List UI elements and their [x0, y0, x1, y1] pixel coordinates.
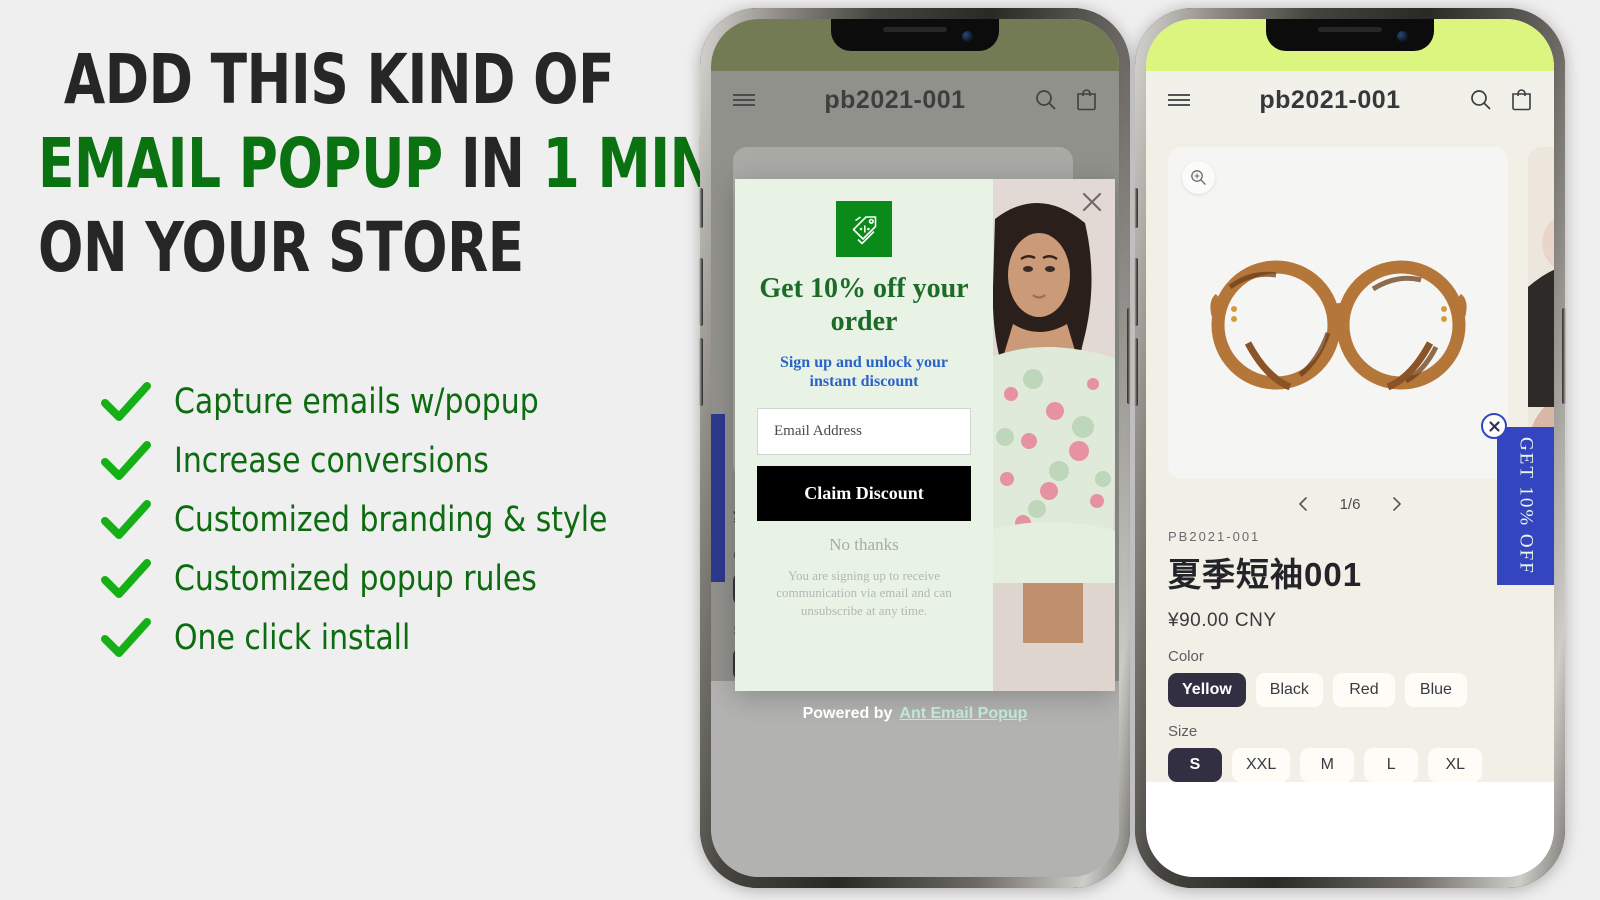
popup-subtitle: Sign up and unlock your instant discount — [779, 353, 949, 390]
no-thanks-link[interactable]: No thanks — [829, 535, 898, 555]
headline-emphasis-email-popup: EMAIL POPUP — [38, 124, 443, 204]
list-item-label: Customized popup rules — [174, 558, 537, 599]
product-title: 夏季短袖001 — [1168, 556, 1363, 593]
color-chip-black[interactable]: Black — [1255, 673, 1323, 707]
front-camera — [962, 31, 973, 42]
list-item: One click install — [100, 608, 700, 667]
popup-content-panel: Get 10% off your order Sign up and unloc… — [735, 179, 993, 691]
phone-volume-down-button[interactable] — [1134, 338, 1138, 406]
size-chip-l[interactable]: L — [1364, 748, 1419, 782]
feature-list: Capture emails w/popup Increase conversi… — [100, 372, 700, 667]
headline-line-3: ON YOUR STORE — [38, 208, 524, 288]
color-option-label: Color — [1168, 648, 1204, 665]
close-icon[interactable] — [1079, 189, 1105, 215]
product-page-body: 1/6 PB2021-001 夏季短袖001 ¥90.00 CNY Color … — [1146, 129, 1554, 782]
color-option-row: Yellow Black Red Blue — [1168, 673, 1532, 707]
product-info: PB2021-001 夏季短袖001 ¥90.00 CNY — [1146, 521, 1554, 632]
earpiece-speaker — [1318, 27, 1382, 32]
cart-icon[interactable] — [1071, 85, 1101, 115]
size-option-group: Size S XXL M L XL — [1146, 723, 1554, 782]
phone-mockup-with-popup: Welcome to our store pb2021-001 ¥9 — [699, 8, 1131, 888]
popup-disclaimer: You are signing up to receive communicat… — [776, 567, 952, 618]
check-icon — [100, 557, 152, 601]
list-item-label: Increase conversions — [174, 440, 489, 481]
earpiece-speaker — [883, 27, 947, 32]
model-photo — [993, 179, 1115, 691]
zoom-in-icon[interactable] — [1182, 161, 1215, 194]
phone-notch — [1266, 19, 1434, 51]
color-option-group: Color Yellow Black Red Blue — [1146, 648, 1554, 707]
size-chip-xxl[interactable]: XXL — [1232, 748, 1291, 782]
gallery-counter: 1/6 — [1339, 495, 1361, 513]
list-item-label: Customized branding & style — [174, 499, 608, 540]
side-tab-label: GET 10% OFF — [1515, 437, 1537, 575]
phone-volume-up-button[interactable] — [699, 258, 703, 326]
headline-connector: IN — [442, 124, 543, 204]
phone-volume-down-button[interactable] — [699, 338, 703, 406]
eyeglasses-photo — [1168, 147, 1508, 479]
store-header: pb2021-001 — [1146, 71, 1554, 129]
phone-volume-up-button[interactable] — [1134, 258, 1138, 326]
screenshot-canvas: ADD THIS KIND OF EMAIL POPUP IN 1 MIN ON… — [0, 0, 1600, 900]
close-icon[interactable] — [1481, 413, 1507, 439]
hamburger-icon[interactable] — [1164, 85, 1194, 115]
product-image-slide[interactable] — [1168, 147, 1508, 479]
get-discount-side-tab[interactable]: GET 10% OFF — [1497, 427, 1554, 585]
store-title: pb2021-001 — [1259, 85, 1401, 114]
side-tab-peek[interactable] — [711, 414, 725, 582]
phone-mute-switch[interactable] — [699, 188, 703, 228]
size-chip-s[interactable]: S — [1168, 748, 1222, 782]
front-camera — [1397, 31, 1408, 42]
check-icon — [100, 616, 152, 660]
phone-mockup-with-side-tab: Welcome to our store pb2021-001 — [1134, 8, 1566, 888]
size-chip-m[interactable]: M — [1300, 748, 1355, 782]
headline-line-1: ADD THIS KIND OF — [63, 40, 615, 120]
promo-panel: ADD THIS KIND OF EMAIL POPUP IN 1 MIN ON… — [0, 0, 714, 900]
ant-email-popup-link[interactable]: Ant Email Popup — [899, 705, 1027, 723]
headline-emphasis-one-min: 1 MIN — [542, 124, 715, 204]
list-item: Capture emails w/popup — [100, 372, 700, 431]
popup-title: Get 10% off your order — [759, 273, 969, 337]
gallery-pagination: 1/6 — [1146, 487, 1554, 521]
price-tag-icon — [836, 201, 892, 257]
size-option-label: Size — [1168, 723, 1198, 740]
store-header: pb2021-001 — [711, 71, 1119, 129]
size-chip-xl[interactable]: XL — [1428, 748, 1483, 782]
color-chip-yellow[interactable]: Yellow — [1168, 673, 1246, 707]
chevron-right-icon[interactable] — [1390, 496, 1404, 512]
product-price: ¥90.00 CNY — [1168, 610, 1277, 631]
check-icon — [100, 498, 152, 542]
claim-discount-button[interactable]: Claim Discount — [757, 465, 971, 521]
check-icon — [100, 439, 152, 483]
phone-notch — [831, 19, 999, 51]
phone-screen: Welcome to our store pb2021-001 ¥9 — [711, 19, 1119, 877]
size-option-row: S XXL M L XL — [1168, 748, 1532, 782]
color-chip-blue[interactable]: Blue — [1404, 673, 1467, 707]
hamburger-icon[interactable] — [729, 85, 759, 115]
email-capture-popup: Get 10% off your order Sign up and unloc… — [735, 179, 1115, 691]
list-item: Increase conversions — [100, 431, 700, 490]
list-item: Customized branding & style — [100, 490, 700, 549]
headline-line-2: EMAIL POPUP IN 1 MIN — [38, 122, 714, 206]
search-icon[interactable] — [1031, 85, 1061, 115]
list-item-label: Capture emails w/popup — [174, 381, 539, 422]
product-sku: PB2021-001 — [1168, 529, 1261, 544]
phone-power-button[interactable] — [1562, 308, 1566, 404]
powered-by-label: Powered by — [802, 705, 893, 722]
list-item-label: One click install — [174, 617, 411, 658]
email-field[interactable]: Email Address — [757, 407, 971, 455]
powered-by-badge: Powered by Ant Email Popup — [711, 705, 1119, 723]
list-item: Customized popup rules — [100, 549, 700, 608]
check-icon — [100, 380, 152, 424]
store-title: pb2021-001 — [824, 85, 966, 114]
color-chip-red[interactable]: Red — [1332, 673, 1395, 707]
page-title: ADD THIS KIND OF EMAIL POPUP IN 1 MIN ON… — [38, 38, 714, 290]
chevron-left-icon[interactable] — [1296, 496, 1310, 512]
cart-icon[interactable] — [1506, 85, 1536, 115]
phone-power-button[interactable] — [1127, 308, 1131, 404]
phone-screen: Welcome to our store pb2021-001 — [1146, 19, 1554, 877]
phone-mute-switch[interactable] — [1134, 188, 1138, 228]
popup-hero-image — [993, 179, 1115, 691]
search-icon[interactable] — [1466, 85, 1496, 115]
